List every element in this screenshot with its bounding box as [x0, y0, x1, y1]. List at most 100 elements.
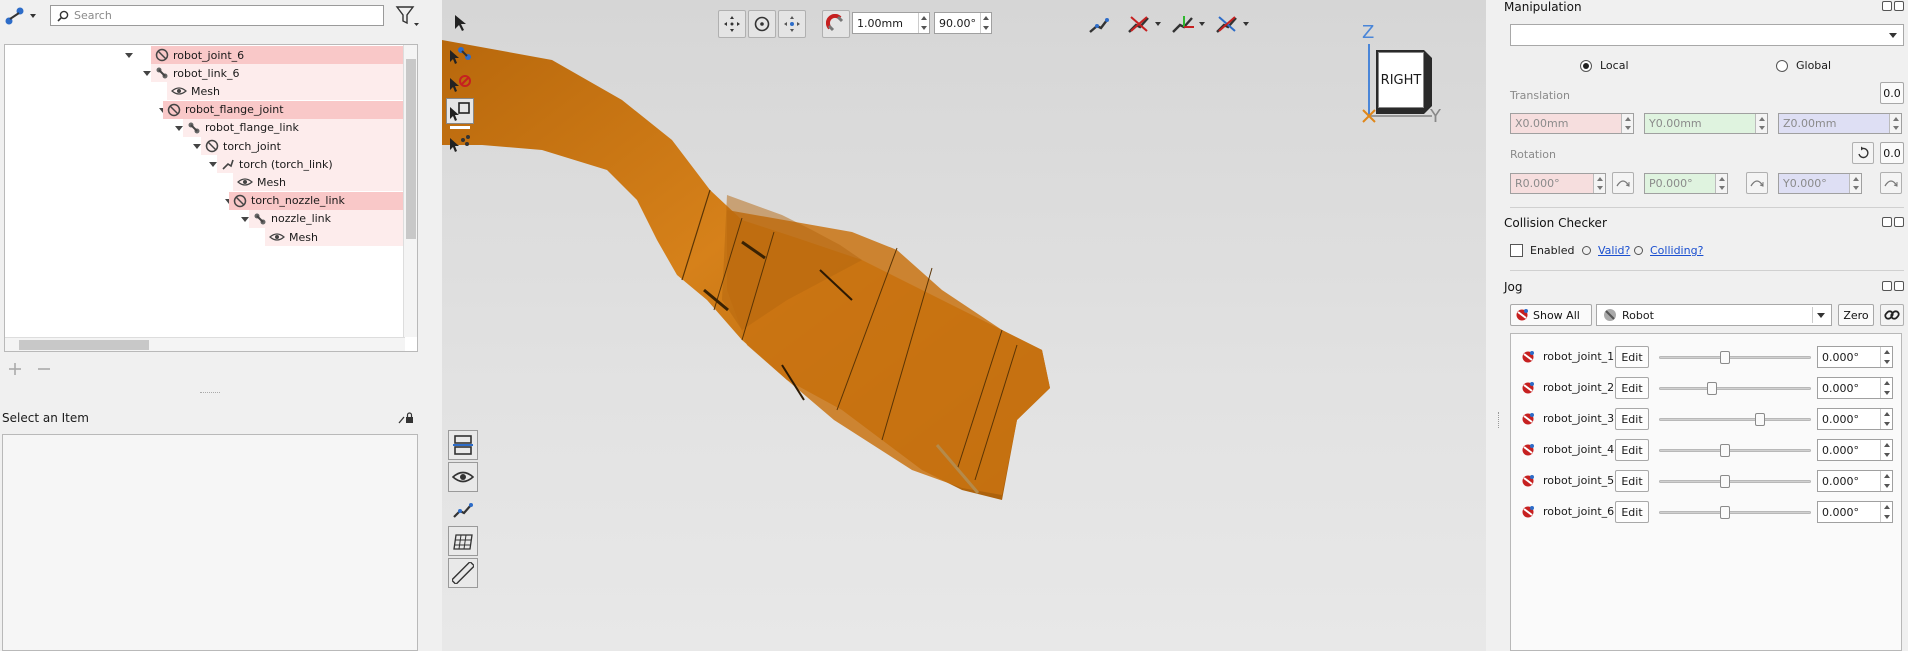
joint-value-input[interactable]: 0.000° — [1817, 439, 1893, 461]
slider-handle[interactable] — [1720, 506, 1730, 519]
close-icon[interactable] — [1894, 217, 1904, 227]
tree-item[interactable]: robot_flange_joint — [163, 100, 403, 119]
collision-visual-dropdown[interactable] — [1126, 12, 1162, 36]
splitter-handle[interactable] — [200, 392, 220, 395]
joint-slider[interactable] — [1659, 351, 1811, 364]
rotation-p-input[interactable]: P0.000° — [1644, 173, 1728, 194]
rotation-y-step-button[interactable] — [1880, 172, 1902, 194]
pick-joint-tool[interactable] — [448, 72, 472, 94]
robot-visual-button[interactable] — [1087, 12, 1111, 36]
scrollbar-thumb[interactable] — [19, 340, 149, 350]
rotation-y-input[interactable]: Y0.000° — [1778, 173, 1862, 194]
joint-value-spinner[interactable] — [1880, 378, 1892, 398]
lock-button[interactable] — [398, 411, 414, 425]
translation-step-input[interactable]: 1.00mm — [852, 12, 930, 34]
rotation-r-spinner[interactable] — [1593, 174, 1605, 193]
slider-handle[interactable] — [1720, 444, 1730, 457]
rotation-p-step-button[interactable] — [1746, 172, 1768, 194]
translation-z-spinner[interactable] — [1889, 114, 1901, 133]
select-tool-button[interactable] — [452, 14, 468, 32]
translation-x-input[interactable]: X0.00mm — [1510, 113, 1634, 134]
pick-multi-tool[interactable] — [448, 132, 472, 154]
tree-item[interactable]: Mesh — [233, 173, 403, 192]
measure-tool-button[interactable] — [448, 558, 478, 588]
snap-toggle-button[interactable] — [822, 10, 850, 38]
view-cube-face-right[interactable]: RIGHT — [1378, 52, 1424, 108]
joint-value-input[interactable]: 0.000° — [1817, 408, 1893, 430]
zero-button[interactable]: Zero — [1838, 304, 1874, 326]
float-icon[interactable] — [1882, 1, 1892, 11]
axes-visual-dropdown[interactable] — [1214, 12, 1250, 36]
joint-slider[interactable] — [1659, 444, 1811, 457]
rotate-mode-button[interactable] — [748, 10, 776, 38]
joint-edit-button[interactable]: Edit — [1615, 346, 1649, 368]
slider-handle[interactable] — [1720, 475, 1730, 488]
tree-expand-arrow[interactable] — [125, 53, 133, 58]
colliding-link[interactable]: Colliding? — [1650, 244, 1703, 257]
joint-edit-button[interactable]: Edit — [1615, 501, 1649, 523]
jog-dock-buttons[interactable] — [1882, 281, 1906, 293]
rotation-step-spinner[interactable] — [980, 13, 991, 33]
translation-y-spinner[interactable] — [1755, 114, 1767, 133]
rotation-r-input[interactable]: R0.000° — [1510, 173, 1606, 194]
joint-edit-button[interactable]: Edit — [1615, 470, 1649, 492]
rotation-mode-button[interactable] — [1852, 142, 1874, 164]
global-radio-indicator[interactable] — [1776, 59, 1788, 72]
collision-enabled-checkbox[interactable]: Enabled — [1510, 244, 1574, 257]
tree-item[interactable]: robot_joint_6 — [151, 46, 403, 64]
colliding-indicator[interactable]: Colliding? — [1634, 244, 1703, 257]
valid-link[interactable]: Valid? — [1598, 244, 1630, 257]
joint-edit-button[interactable]: Edit — [1615, 377, 1649, 399]
tree-horizontal-scrollbar[interactable] — [5, 337, 405, 351]
section-view-button[interactable] — [448, 430, 478, 460]
manipulation-frame-select[interactable] — [1510, 24, 1904, 46]
remove-item-button[interactable] — [37, 362, 51, 376]
joint-slider[interactable] — [1659, 506, 1811, 519]
rotation-r-step-button[interactable] — [1612, 172, 1634, 194]
joint-value-spinner[interactable] — [1880, 440, 1892, 460]
collision-dock-buttons[interactable] — [1882, 217, 1906, 229]
tree-item[interactable]: torch_joint — [201, 137, 403, 155]
joint-value-spinner[interactable] — [1880, 409, 1892, 429]
tree-item[interactable]: robot_flange_link — [183, 118, 403, 137]
joint-value-spinner[interactable] — [1880, 502, 1892, 522]
local-radio[interactable]: Local — [1580, 59, 1629, 72]
show-all-button[interactable]: Show All — [1510, 304, 1592, 326]
tree-expand-arrow[interactable] — [193, 144, 201, 149]
pivot-mode-button[interactable] — [778, 10, 806, 38]
rotation-p-spinner[interactable] — [1715, 174, 1727, 193]
valid-indicator[interactable]: Valid? — [1582, 244, 1630, 257]
pick-frame-tool[interactable] — [446, 98, 474, 124]
close-icon[interactable] — [1894, 281, 1904, 291]
tree-expand-arrow[interactable] — [241, 216, 249, 222]
tree-item[interactable]: torch (torch_link) — [217, 155, 403, 174]
joint-value-input[interactable]: 0.000° — [1817, 346, 1893, 368]
scrollbar-thumb[interactable] — [406, 59, 416, 239]
translate-mode-button[interactable] — [718, 10, 746, 38]
translation-x-spinner[interactable] — [1621, 114, 1633, 133]
3d-viewport[interactable]: 1.00mm 90.00° Z RIGHT Y — [442, 0, 1486, 651]
add-item-button[interactable] — [8, 362, 22, 376]
close-icon[interactable] — [1894, 1, 1904, 11]
joint-slider[interactable] — [1659, 475, 1811, 488]
pick-link-tool[interactable] — [448, 44, 472, 66]
visibility-button[interactable] — [448, 462, 478, 492]
tree-mode-button[interactable] — [4, 5, 40, 27]
joint-value-spinner[interactable] — [1880, 471, 1892, 491]
joint-slider[interactable] — [1659, 382, 1811, 395]
joint-value-input[interactable]: 0.000° — [1817, 377, 1893, 399]
slider-handle[interactable] — [1720, 351, 1730, 364]
view-cube[interactable]: Z RIGHT Y — [1358, 22, 1441, 127]
joint-value-input[interactable]: 0.000° — [1817, 470, 1893, 492]
joint-edit-button[interactable]: Edit — [1615, 408, 1649, 430]
tree-item[interactable]: Mesh — [167, 82, 403, 101]
tree-item[interactable]: robot_link_6 — [151, 64, 403, 83]
translation-z-input[interactable]: Z0.00mm — [1778, 113, 1902, 134]
slider-handle[interactable] — [1755, 413, 1765, 426]
joint-edit-button[interactable]: Edit — [1615, 439, 1649, 461]
translation-y-input[interactable]: Y0.00mm — [1644, 113, 1768, 134]
manipulation-dock-buttons[interactable] — [1882, 1, 1906, 13]
tree-expand-arrow[interactable] — [175, 125, 183, 131]
jog-group-select[interactable]: Robot — [1596, 304, 1832, 326]
translation-step-spinner[interactable] — [918, 13, 929, 33]
